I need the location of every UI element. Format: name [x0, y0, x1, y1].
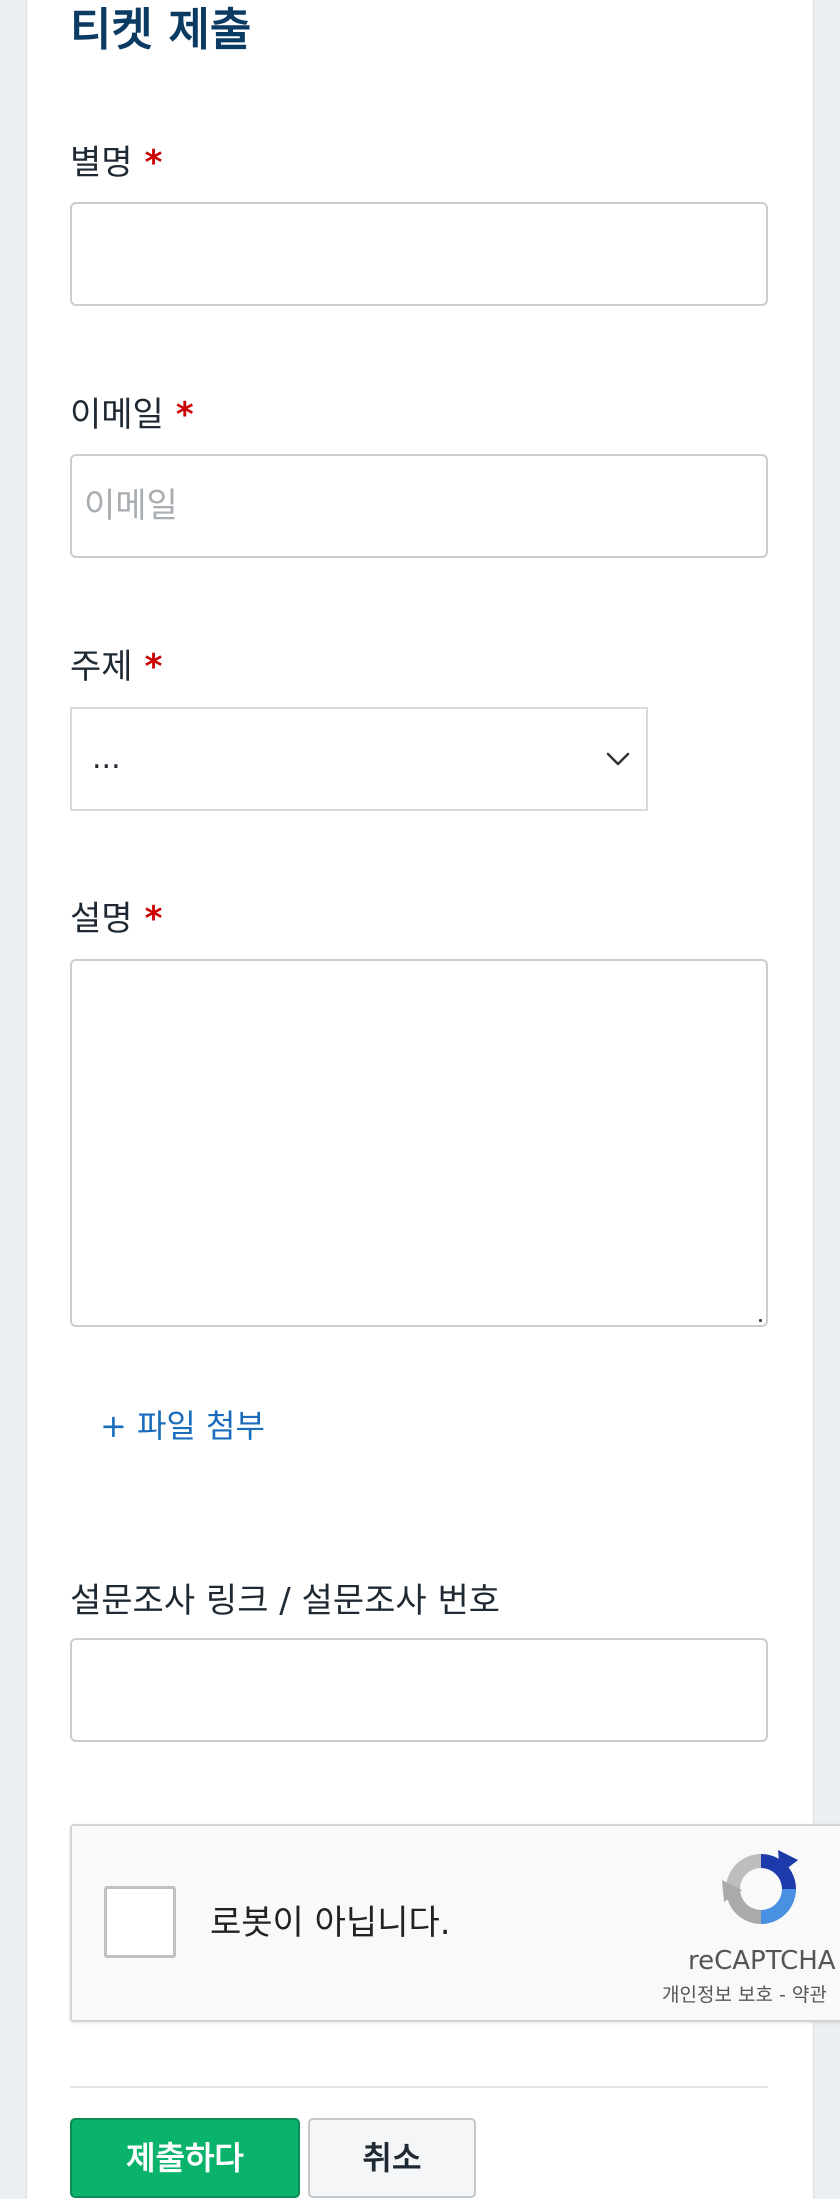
- recaptcha-links: 개인정보 보호 - 약관: [662, 1982, 827, 2008]
- survey-input[interactable]: [72, 1640, 766, 1740]
- recaptcha-widget: 로봇이 아닙니다. reCAPTCHA 개인정보 보호 - 약관: [70, 1824, 840, 2022]
- required-marker: *: [144, 899, 163, 939]
- email-label: 이메일 *: [70, 393, 194, 437]
- subject-select[interactable]: ...: [70, 707, 648, 811]
- submit-button[interactable]: 제출하다: [70, 2118, 300, 2198]
- required-marker: *: [175, 395, 194, 435]
- email-field[interactable]: [70, 454, 768, 558]
- required-marker: *: [144, 143, 163, 183]
- resize-handle[interactable]: [759, 1319, 762, 1322]
- email-input[interactable]: [72, 456, 766, 556]
- email-label-text: 이메일: [70, 395, 164, 435]
- recaptcha-brand: reCAPTCHA: [688, 1946, 836, 1976]
- cancel-button[interactable]: 취소: [308, 2118, 476, 2198]
- recaptcha-label: 로봇이 아닙니다.: [210, 1903, 451, 1943]
- subject-label: 주제 *: [70, 645, 162, 689]
- recaptcha-privacy-link[interactable]: 개인정보 보호: [662, 1984, 773, 2006]
- recaptcha-terms-link[interactable]: 약관: [792, 1984, 827, 2006]
- chevron-down-icon: [606, 752, 630, 766]
- recaptcha-separator: -: [772, 1984, 792, 2006]
- recaptcha-checkbox[interactable]: [104, 1886, 176, 1958]
- survey-field[interactable]: [70, 1638, 768, 1742]
- nickname-label-text: 별명: [70, 143, 133, 183]
- description-field[interactable]: [70, 959, 768, 1327]
- recaptcha-logo-icon: [722, 1850, 798, 1924]
- required-marker: *: [144, 647, 163, 687]
- survey-label: 설문조사 링크 / 설문조사 번호: [70, 1579, 500, 1623]
- divider: [70, 2086, 768, 2088]
- nickname-label: 별명 *: [70, 141, 162, 185]
- page-title: 티켓 제출: [70, 3, 252, 56]
- description-label: 설명 *: [70, 897, 162, 941]
- description-textarea[interactable]: [72, 961, 766, 1325]
- nickname-field[interactable]: [70, 202, 768, 306]
- description-label-text: 설명: [70, 899, 133, 939]
- subject-selected-value: ...: [92, 741, 121, 776]
- nickname-input[interactable]: [72, 204, 766, 304]
- subject-label-text: 주제: [70, 647, 133, 687]
- survey-label-text: 설문조사 링크 / 설문조사 번호: [70, 1581, 501, 1621]
- attach-file-link[interactable]: + 파일 첨부: [100, 1404, 265, 1448]
